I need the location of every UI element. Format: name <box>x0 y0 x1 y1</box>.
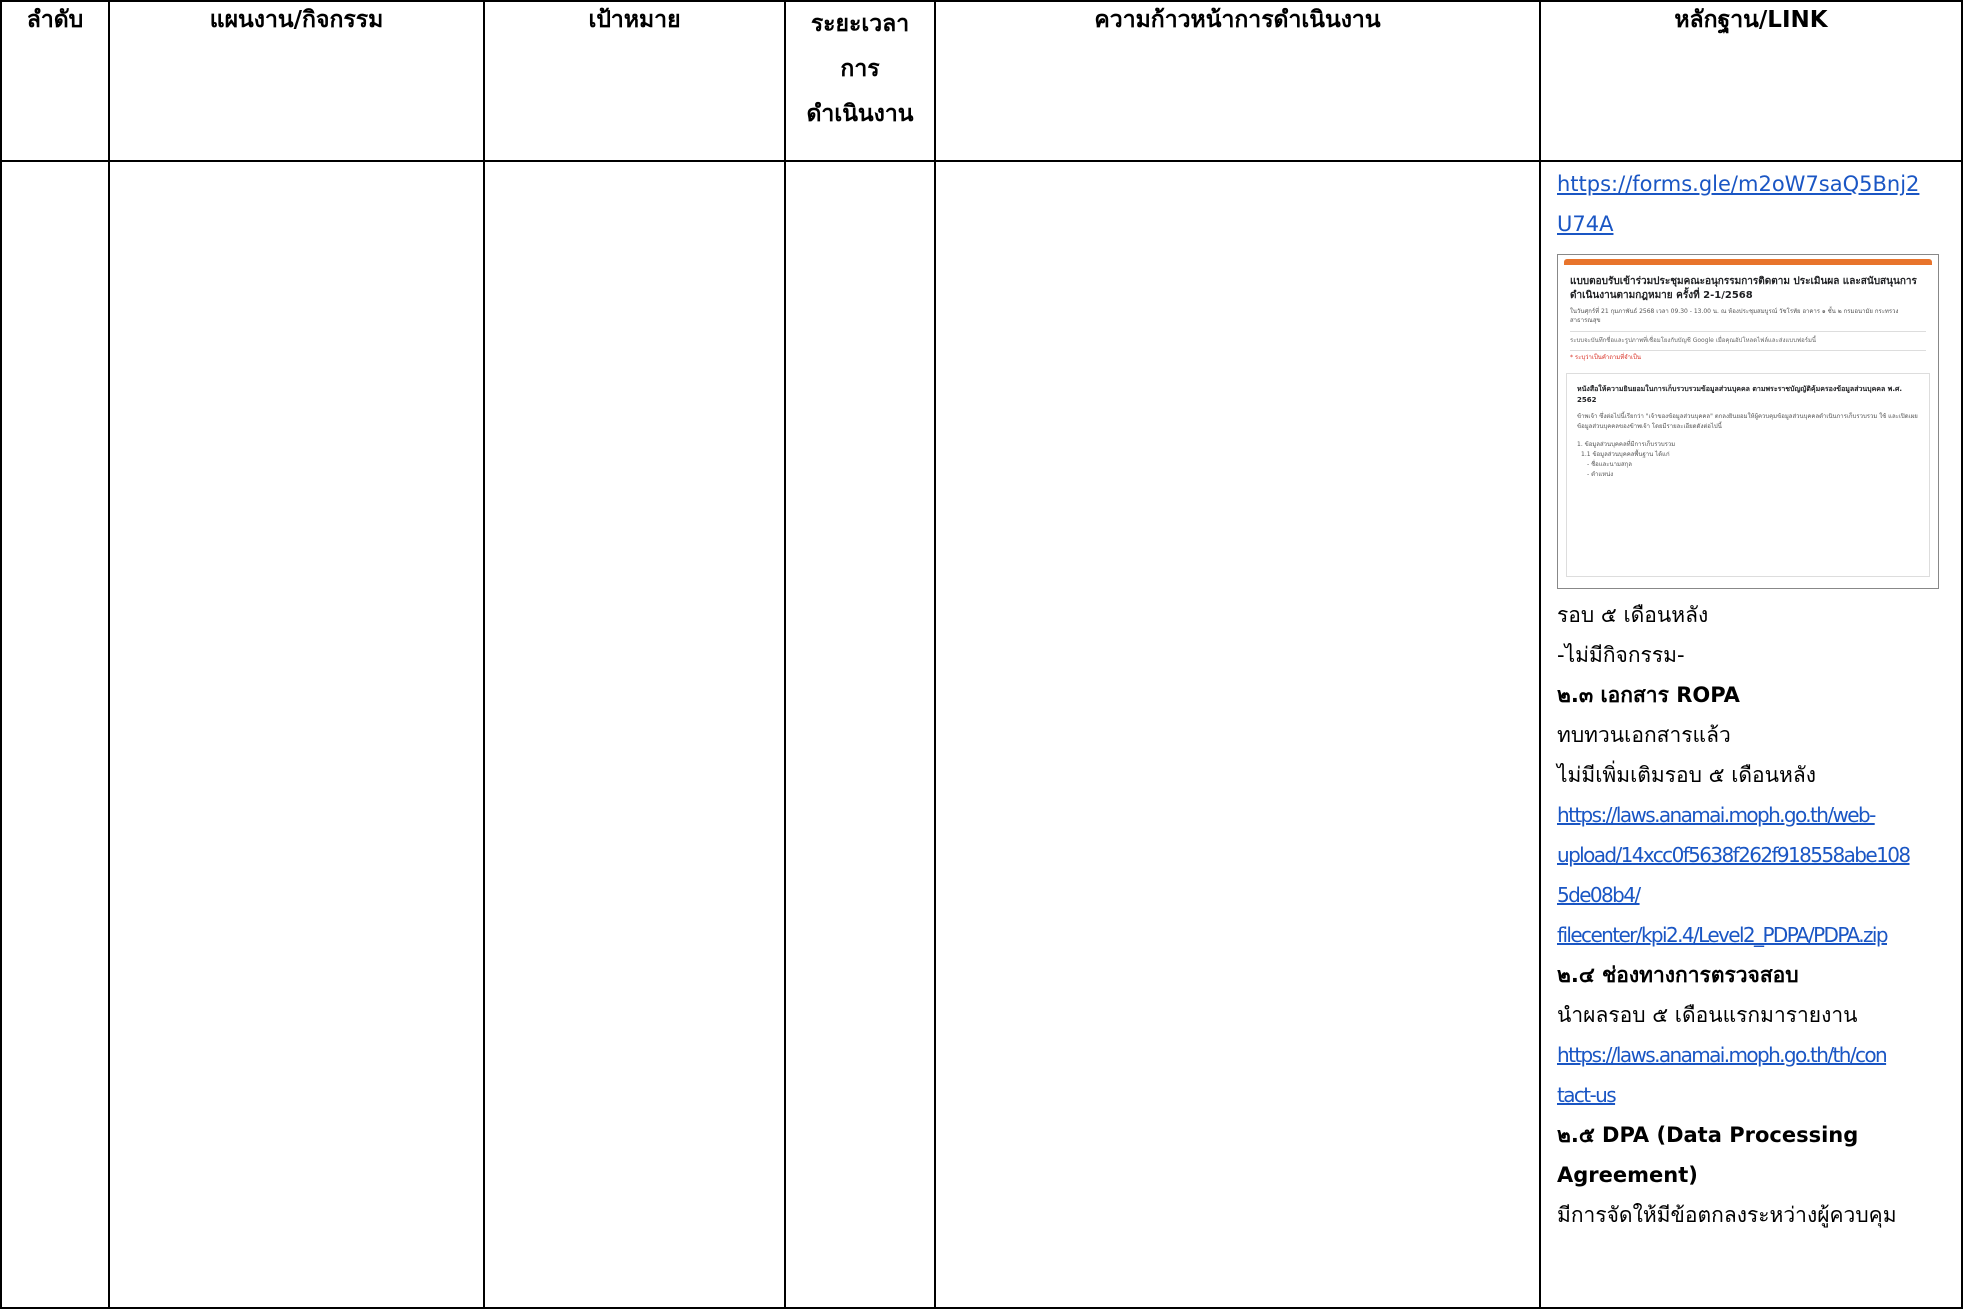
header-period-line3: ดำเนินงาน <box>806 101 914 127</box>
ropa-link-line1[interactable]: https://laws.anamai.moph.go.th/web- <box>1557 795 1953 835</box>
section-2-3-heading: ๒.๓ เอกสาร ROPA <box>1557 683 1740 707</box>
evidence-content: https://forms.gle/m2oW7saQ5Bnj2 U74A แบบ… <box>1541 162 1961 1235</box>
form-question-card: หนังสือให้ความยินยอมในการเก็บรวบรวมข้อมู… <box>1566 373 1930 577</box>
report-first-text: นำผลรอบ ๕ เดือนแรกมารายงาน <box>1557 1003 1858 1027</box>
cell-evidence: https://forms.gle/m2oW7saQ5Bnj2 U74A แบบ… <box>1539 160 1963 1309</box>
round5-text: รอบ ๕ เดือนหลัง <box>1557 603 1709 627</box>
header-row: ลำดับ แผนงาน/กิจกรรม เป้าหมาย ระยะเวลา ก… <box>0 0 1963 162</box>
form-title: แบบตอบรับเข้าร่วมประชุมคณะอนุกรรมการติดต… <box>1570 276 1917 301</box>
form-list-item: - ตำแหน่ง <box>1587 471 1614 478</box>
form-meta: ในวันศุกร์ที่ 21 กุมภาพันธ์ 2568 เวลา 09… <box>1570 308 1899 324</box>
form-list-item: - ชื่อและนามสกุล <box>1587 461 1632 468</box>
ropa-link-line3[interactable]: 5de08b4/ <box>1557 875 1953 915</box>
ropa-link-line4[interactable]: filecenter/kpi2.4/Level2_PDPA/PDPA.zip <box>1557 915 1953 955</box>
cell-progress <box>934 160 1541 1309</box>
header-target: เป้าหมาย <box>483 0 786 162</box>
progress-report-table: ลำดับ แผนงาน/กิจกรรม เป้าหมาย ระยะเวลา ก… <box>0 0 1963 1309</box>
ropa-link-line2[interactable]: upload/14xcc0f5638f262f918558abe108 <box>1557 835 1953 875</box>
form-required-note: * ระบุว่าเป็นคำถามที่จำเป็น <box>1570 354 1642 361</box>
table-row: https://forms.gle/m2oW7saQ5Bnj2 U74A แบบ… <box>0 160 1963 1309</box>
header-evidence: หลักฐาน/LINK <box>1539 0 1963 162</box>
form-question-text: ข้าพเจ้า ซึ่งต่อไปนี้เรียกว่า "เจ้าของข้… <box>1577 413 1918 430</box>
form-question-title: หนังสือให้ความยินยอมในการเก็บรวบรวมข้อมู… <box>1577 385 1903 404</box>
no-more-text: ไม่มีเพิ่มเติมรอบ ๕ เดือนหลัง <box>1557 763 1816 787</box>
header-period: ระยะเวลา การ ดำเนินงาน <box>784 0 936 162</box>
contact-link-line2[interactable]: tact-us <box>1557 1075 1953 1115</box>
contact-link-line1[interactable]: https://laws.anamai.moph.go.th/th/con <box>1557 1035 1953 1075</box>
reviewed-text: ทบทวนเอกสารแล้ว <box>1557 723 1731 747</box>
form-list-item: 1. ข้อมูลส่วนบุคคลที่มีการเก็บรวบรวม <box>1577 441 1676 448</box>
no-activity-text: -ไม่มีกิจกรรม- <box>1557 643 1685 667</box>
header-period-line2: การ <box>840 56 880 82</box>
header-period-line1: ระยะเวลา <box>810 11 910 37</box>
dpa-text: มีการจัดให้มีข้อตกลงระหว่างผู้ควบคุม <box>1557 1203 1897 1227</box>
form-screenshot-image: แบบตอบรับเข้าร่วมประชุมคณะอนุกรรมการติดต… <box>1557 254 1939 589</box>
cell-plan <box>108 160 485 1309</box>
cell-period <box>784 160 936 1309</box>
section-2-5-heading-line1: ๒.๕ DPA (Data Processing <box>1557 1123 1859 1147</box>
header-plan-activity: แผนงาน/กิจกรรม <box>108 0 485 162</box>
form-signin-note: ระบบจะบันทึกชื่อและรูปภาพที่เชื่อมโยงกับ… <box>1570 337 1817 344</box>
header-order: ลำดับ <box>0 0 110 162</box>
cell-target <box>483 160 786 1309</box>
cell-order <box>0 160 110 1309</box>
section-2-5-heading-line2: Agreement) <box>1557 1163 1698 1187</box>
form-link-line2[interactable]: U74A <box>1557 204 1953 244</box>
section-2-4-heading: ๒.๔ ช่องทางการตรวจสอบ <box>1557 963 1799 987</box>
header-progress: ความก้าวหน้าการดำเนินงาน <box>934 0 1541 162</box>
form-list-item: 1.1 ข้อมูลส่วนบุคคลพื้นฐาน ได้แก่ <box>1581 451 1670 458</box>
form-link-line1[interactable]: https://forms.gle/m2oW7saQ5Bnj2 <box>1557 164 1953 204</box>
